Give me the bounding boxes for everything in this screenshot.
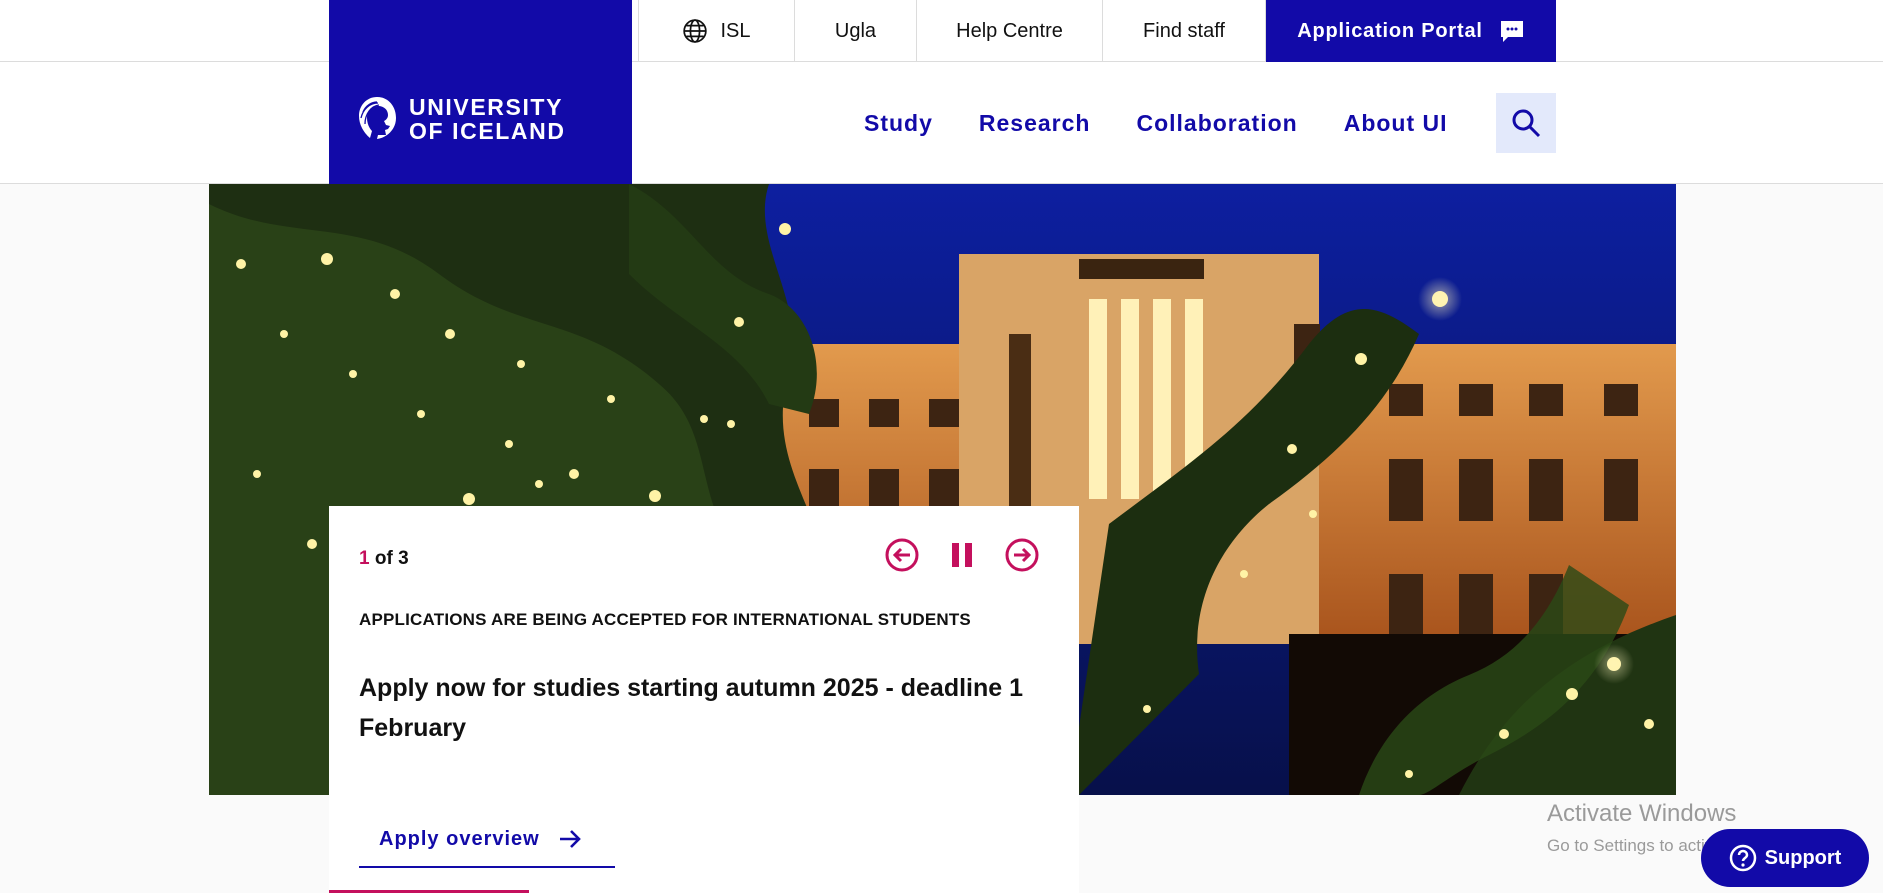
ugla-link[interactable]: Ugla [794,0,916,62]
slide-headline: Apply now for studies starting autumn 20… [359,674,1024,742]
arrow-left-circle-icon [885,538,919,572]
support-label: Support [1764,846,1842,869]
slide-kicker: APPLICATIONS ARE BEING ACCEPTED FOR INTE… [359,610,971,629]
search-icon [1512,109,1541,138]
nav-collaboration[interactable]: Collaboration [1136,110,1297,137]
utility-bar: ISL Ugla Help Centre Find staff Applicat… [0,0,1883,62]
globe-icon [683,19,708,43]
pause-icon [952,543,972,567]
language-label: ISL [720,19,751,42]
primary-nav: Study Research Collaboration About UI [864,62,1448,184]
logo[interactable]: UNIVERSITY OF ICELAND [329,0,632,184]
arrow-right-circle-icon [1005,538,1039,572]
slide-current: 1 [359,548,370,569]
application-portal-label: Application Portal [1297,19,1483,42]
search-button[interactable] [1496,93,1556,153]
support-button[interactable]: Support [1701,829,1869,887]
slide-counter: 1 of 3 [359,548,409,570]
apply-overview-label: Apply overview [379,827,540,850]
application-portal-button[interactable]: Application Portal [1266,0,1556,62]
chat-icon [1500,21,1523,42]
slide-total: of 3 [369,548,409,569]
find-staff-link[interactable]: Find staff [1102,0,1266,62]
previous-slide-button[interactable] [883,536,921,574]
watermark-title: Activate Windows [1547,800,1737,827]
pause-slider-button[interactable] [943,536,981,574]
next-slide-button[interactable] [1003,536,1041,574]
slide-card: 1 of 3 APPLICATIONS ARE BEING ACCEPTED F… [329,506,1079,893]
university-seal-icon [359,97,396,139]
apply-overview-link[interactable]: Apply overview [359,812,615,868]
nav-about[interactable]: About UI [1344,110,1448,137]
help-circle-icon [1729,844,1756,872]
slider-controls [883,536,1041,574]
nav-study[interactable]: Study [864,110,933,137]
logo-line-2: OF ICELAND [409,118,566,144]
arrow-right-icon [559,830,581,848]
logo-line-1: UNIVERSITY [409,94,564,120]
help-centre-link[interactable]: Help Centre [916,0,1102,62]
language-switch[interactable]: ISL [638,0,794,62]
nav-research[interactable]: Research [979,110,1091,137]
